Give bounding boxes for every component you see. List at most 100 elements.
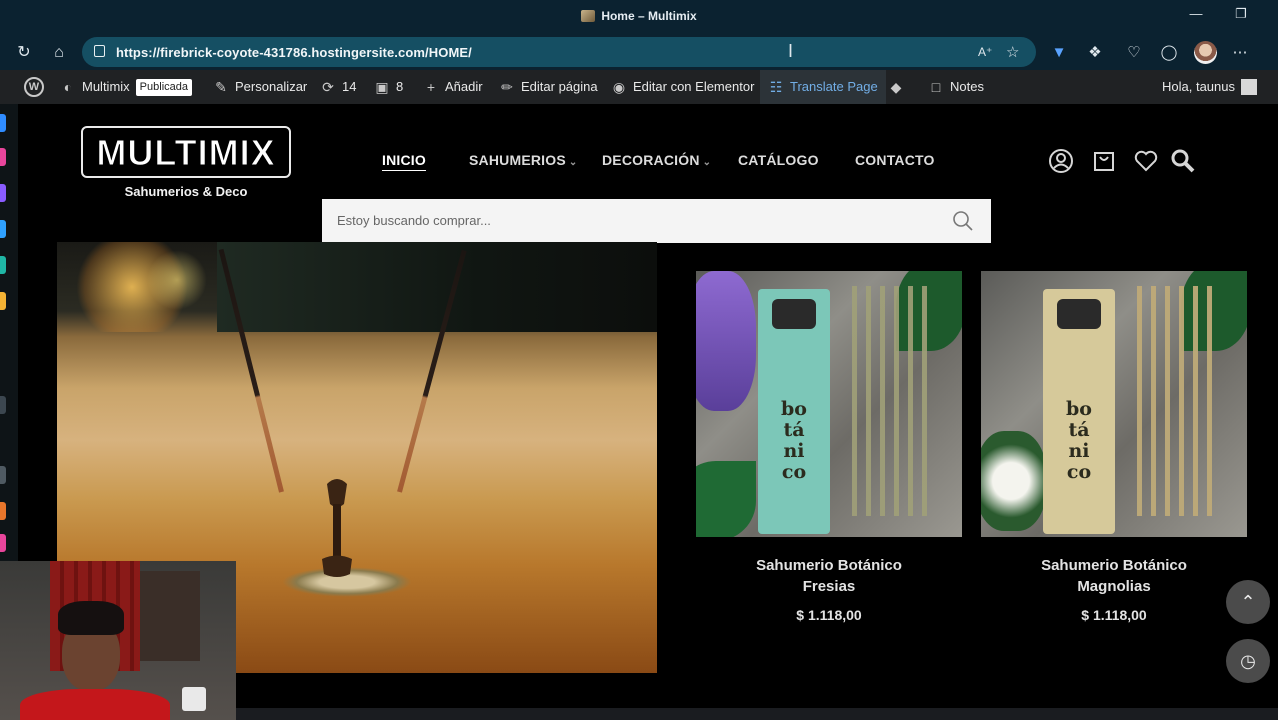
url-text[interactable]: https://firebrick-coyote-431786.hostinge… <box>116 45 472 60</box>
chevron-down-icon: ⌄ <box>568 157 578 168</box>
profile-avatar[interactable] <box>1194 41 1217 64</box>
browser-titlebar: Home – Multimix — ❐ <box>0 0 1278 34</box>
text-cursor-icon: I <box>788 41 794 61</box>
extension-shield-icon[interactable]: ▼ <box>1048 42 1070 64</box>
search-icon[interactable] <box>1170 148 1196 174</box>
comments-count: 8 <box>396 79 404 94</box>
notes-link[interactable]: □ Notes <box>928 70 984 104</box>
notes-label: Notes <box>950 79 984 94</box>
webcam-person-hair <box>58 601 124 635</box>
search-placeholder: Estoy buscando comprar... <box>337 213 491 228</box>
product-name[interactable]: Sahumerio Botánico Fresias <box>696 555 962 597</box>
edge-app-6-icon[interactable] <box>0 292 6 310</box>
product-box: bo tá ni co <box>1043 289 1115 534</box>
edge-app-2-icon[interactable] <box>0 148 6 166</box>
wishlist-heart-icon[interactable] <box>1133 148 1159 174</box>
lavender-flowers <box>696 271 756 411</box>
edge-app-8-icon[interactable] <box>0 466 6 484</box>
new-content-menu[interactable]: + Añadir <box>423 70 483 104</box>
edge-app-10-icon[interactable] <box>0 534 6 552</box>
translate-label: Translate Page <box>790 79 878 94</box>
product-name-line2: Magnolias <box>1077 578 1151 595</box>
brand-label <box>772 299 816 329</box>
edit-page-link[interactable]: ✏ Editar página <box>499 70 598 104</box>
webcam-person-shirt <box>20 689 170 720</box>
comment-icon: ▣ <box>375 79 389 95</box>
product-price: $ 1.118,00 <box>796 607 862 623</box>
browser-essentials-icon[interactable]: ◯ <box>1158 42 1180 64</box>
refresh-icon[interactable]: ↻ <box>13 42 35 64</box>
edge-app-1-icon[interactable] <box>0 114 6 132</box>
diamond-menu[interactable]: ◆ <box>888 70 904 104</box>
logo-tagline: Sahumerios & Deco <box>124 184 248 199</box>
site-name-menu[interactable]: ◐ Multimix Publicada <box>60 70 192 104</box>
product-name[interactable]: Sahumerio Botánico Magnolias <box>981 555 1247 597</box>
edge-app-3-icon[interactable] <box>0 184 6 202</box>
updates-link[interactable]: ⟳ 14 <box>320 70 356 104</box>
dashboard-icon: ◐ <box>63 79 73 95</box>
customize-link[interactable]: ✎ Personalizar <box>213 70 307 104</box>
edge-app-5-icon[interactable] <box>0 256 6 274</box>
edit-elementor-link[interactable]: ◉ Editar con Elementor <box>611 70 755 104</box>
notes-bubble-icon: □ <box>931 79 941 95</box>
restore-icon[interactable]: ❐ <box>1231 6 1251 22</box>
recently-viewed-clock-icon[interactable]: ◷ <box>1226 639 1270 683</box>
edge-app-4-icon[interactable] <box>0 220 6 238</box>
account-user-icon[interactable] <box>1048 148 1074 174</box>
site-name: Multimix <box>82 79 130 94</box>
product-card[interactable]: bo tá ni co Sahumerio Botánico Fresias $ 1.… <box>696 271 962 623</box>
hero-bokeh-light-small <box>147 250 207 310</box>
lock-icon <box>94 45 105 57</box>
product-search-bar[interactable]: Estoy buscando comprar... <box>322 199 991 243</box>
publish-status-badge: Publicada <box>135 78 192 96</box>
product-card[interactable]: bo tá ni co Sahumerio Botánico Magnolias $ … <box>981 271 1247 623</box>
logo-text: MULTIMIX <box>96 132 276 173</box>
hero-background-blur <box>217 242 657 332</box>
nav-decoracion[interactable]: DECORACIÓN ⌄ <box>602 152 711 168</box>
extensions-puzzle-icon[interactable]: ❖ <box>1084 42 1106 64</box>
add-new-label: Añadir <box>445 79 483 94</box>
cart-bag-icon[interactable] <box>1091 148 1117 174</box>
window-title-wrap: Home – Multimix <box>0 9 1278 23</box>
wp-logo-menu[interactable]: W <box>24 70 44 104</box>
translate-page-link[interactable]: ☷ Translate Page <box>760 70 886 104</box>
edge-app-7-icon[interactable] <box>0 396 6 414</box>
logo-frame: MULTIMIX <box>81 126 291 178</box>
home-icon[interactable]: ⌂ <box>48 42 70 64</box>
webcam-overlay <box>0 561 236 720</box>
minimize-icon[interactable]: — <box>1186 6 1206 21</box>
product-image[interactable]: bo tá ni co <box>981 271 1247 537</box>
webcam-mug <box>182 687 206 711</box>
nav-contacto-label: CONTACTO <box>855 152 935 168</box>
updates-icon: ⟳ <box>322 79 334 95</box>
search-submit-icon[interactable] <box>951 209 975 233</box>
product-name-line1: Sahumerio Botánico <box>1041 557 1187 574</box>
updates-count: 14 <box>342 79 357 94</box>
edge-app-9-icon[interactable] <box>0 502 6 520</box>
wp-admin-bar: W ◐ Multimix Publicada ✎ Personalizar ⟳ … <box>0 70 1278 104</box>
address-bar[interactable]: https://firebrick-coyote-431786.hostinge… <box>82 37 1036 67</box>
my-account-menu[interactable]: Hola, taunus <box>1162 70 1257 104</box>
plus-icon: + <box>426 79 436 95</box>
scroll-to-top-button[interactable]: ⌃ <box>1226 580 1270 624</box>
read-aloud-icon[interactable]: A⁺ <box>978 45 992 59</box>
nav-contacto[interactable]: CONTACTO <box>855 152 935 168</box>
screen: Home – Multimix — ❐ ↻ ⌂ https://firebric… <box>0 0 1278 720</box>
health-heart-icon[interactable]: ♡ <box>1123 42 1145 64</box>
user-avatar <box>1241 79 1257 95</box>
leaf-decoration <box>696 461 756 537</box>
product-image[interactable]: bo tá ni co <box>696 271 962 537</box>
diamond-icon: ◆ <box>890 79 902 95</box>
nav-sahumerios[interactable]: SAHUMERIOS ⌄ <box>469 152 578 168</box>
nav-catalogo[interactable]: CATÁLOGO <box>738 152 819 168</box>
browser-toolbar: ↻ ⌂ https://firebrick-coyote-431786.host… <box>0 34 1278 70</box>
nav-inicio[interactable]: INICIO <box>382 152 426 168</box>
favorite-star-icon[interactable]: ☆ <box>1006 43 1019 61</box>
nav-decoracion-label: DECORACIÓN <box>602 152 700 168</box>
site-logo[interactable]: MULTIMIX Sahumerios & Deco <box>81 126 291 199</box>
comments-link[interactable]: ▣ 8 <box>374 70 403 104</box>
customize-label: Personalizar <box>235 79 308 94</box>
webcam-background-shelf <box>140 571 200 661</box>
more-menu-icon[interactable]: ⋯ <box>1229 42 1251 64</box>
product-name-line1: Sahumerio Botánico <box>756 557 902 574</box>
